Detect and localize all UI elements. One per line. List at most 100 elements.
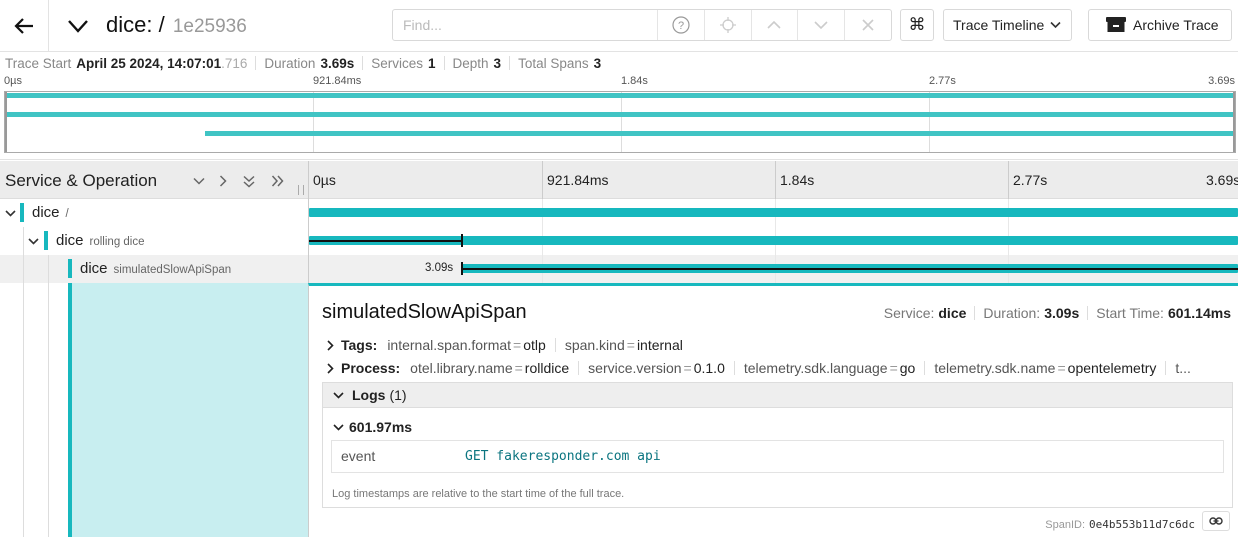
trace-name: dice: / bbox=[106, 12, 165, 37]
span-detail-meta: Service: dice Duration: 3.09s Start Time… bbox=[884, 305, 1231, 321]
prev-result-button[interactable] bbox=[750, 10, 798, 40]
summary-divider bbox=[255, 56, 257, 70]
chevron-down-icon bbox=[333, 423, 344, 431]
child-gap-line bbox=[309, 240, 461, 242]
keyboard-shortcuts-button[interactable]: ⌘ bbox=[900, 9, 934, 41]
indent-guide bbox=[23, 227, 24, 255]
expand-all-button[interactable] bbox=[268, 172, 286, 190]
process-item: otel.library.name = rolldice bbox=[410, 360, 570, 376]
collapse-all-button[interactable] bbox=[240, 172, 258, 190]
minimap-tick-label: 3.69s bbox=[1208, 75, 1235, 87]
chevron-up-icon bbox=[767, 20, 782, 29]
services-value: 1 bbox=[428, 55, 436, 71]
depth-value: 3 bbox=[493, 55, 502, 71]
total-spans-label: Total Spans bbox=[518, 55, 589, 71]
timeline-tick-label: 0µs bbox=[313, 172, 336, 188]
minimap-viewport[interactable] bbox=[5, 92, 1235, 152]
timeline-tick-label: 2.77s bbox=[1008, 161, 1047, 199]
copy-link-button[interactable] bbox=[1202, 511, 1230, 531]
view-type-select[interactable]: Trace Timeline bbox=[943, 9, 1072, 41]
span-toggle[interactable] bbox=[26, 234, 40, 248]
detail-row-highlight bbox=[68, 283, 308, 537]
tag-value: internal bbox=[636, 337, 683, 353]
crosshair-icon bbox=[719, 17, 736, 33]
tags-label: Tags: bbox=[341, 337, 378, 353]
collapse-header-button[interactable] bbox=[66, 14, 92, 38]
timeline-tick-label: 1.84s bbox=[775, 161, 814, 199]
span-service-name[interactable]: dice simulatedSlowApiSpan bbox=[80, 260, 231, 277]
expand-one-button[interactable] bbox=[214, 172, 232, 190]
log-fields-table: event GET fakeresponder.com api bbox=[331, 440, 1224, 473]
indent-guide bbox=[23, 255, 24, 283]
span-operation: simulatedSlowApiSpan bbox=[113, 264, 232, 276]
tags-row[interactable]: Tags: internal.span.format = otlp span.kin… bbox=[327, 337, 683, 353]
process-value: rolldice bbox=[524, 360, 570, 376]
span-service: dice bbox=[80, 260, 108, 277]
chevron-down-icon bbox=[193, 177, 205, 185]
span-id-label: SpanID: bbox=[1045, 519, 1086, 531]
locate-button[interactable] bbox=[703, 10, 751, 40]
logs-count: (1) bbox=[389, 387, 407, 403]
span-operation: rolling dice bbox=[89, 236, 145, 248]
span-row-selected[interactable]: dice simulatedSlowApiSpan 3.09s bbox=[0, 255, 1238, 283]
services-label: Services bbox=[371, 55, 423, 71]
trace-minimap[interactable]: 0µs 921.84ms 1.84s 2.77s 3.69s bbox=[0, 74, 1238, 160]
double-chevron-down-icon bbox=[243, 175, 255, 188]
span-service-name[interactable]: dice rolling dice bbox=[56, 232, 145, 249]
span-bar[interactable] bbox=[309, 208, 1238, 217]
timeline-tick-label: 3.69s bbox=[1206, 172, 1238, 188]
log-field-key: event bbox=[341, 448, 376, 464]
back-button[interactable] bbox=[10, 12, 38, 40]
service-color-marker bbox=[68, 259, 72, 278]
span-row[interactable]: dice rolling dice bbox=[0, 227, 1238, 255]
close-icon bbox=[862, 19, 874, 31]
detail-gutter bbox=[0, 283, 308, 537]
span-timeline-cell[interactable]: 3.09s bbox=[308, 255, 1238, 283]
summary-divider bbox=[362, 56, 364, 70]
span-timeline-cell[interactable] bbox=[308, 199, 1238, 227]
link-icon bbox=[1209, 517, 1223, 525]
process-label: Process: bbox=[341, 360, 401, 376]
timeline-tick-label: 921.84ms bbox=[542, 161, 608, 199]
detail-service-value: dice bbox=[938, 305, 967, 321]
process-row[interactable]: Process: otel.library.name = rolldice serv… bbox=[327, 360, 1191, 376]
process-item: telemetry.sdk.name = opentelemetry bbox=[934, 360, 1157, 376]
chevron-down-icon bbox=[27, 237, 39, 245]
timeline-ticks: 0µs 921.84ms 1.84s 2.77s 3.69s bbox=[308, 161, 1238, 199]
tag-key: span.kind bbox=[564, 337, 625, 353]
depth-label: Depth bbox=[452, 55, 489, 71]
help-button[interactable]: ? bbox=[657, 10, 704, 40]
process-key: otel.library.name bbox=[410, 360, 513, 376]
span-timeline-cell[interactable] bbox=[308, 227, 1238, 255]
archive-trace-button[interactable]: Archive Trace bbox=[1088, 9, 1232, 41]
log-entry-header[interactable]: 601.97ms bbox=[333, 419, 412, 435]
span-name-cell: dice simulatedSlowApiSpan bbox=[0, 255, 308, 283]
minimap-tick-label: 921.84ms bbox=[313, 75, 362, 87]
logs-header[interactable]: Logs (1) bbox=[323, 383, 1232, 408]
span-row[interactable]: dice / bbox=[0, 199, 1238, 227]
column-resizer[interactable] bbox=[298, 185, 304, 195]
minimap-canvas[interactable] bbox=[4, 91, 1236, 153]
chevron-down-icon bbox=[68, 20, 88, 33]
clear-search-button[interactable] bbox=[844, 10, 891, 40]
trace-start-value: April 25 2024, 14:07:01 bbox=[76, 55, 222, 71]
archive-icon bbox=[1105, 16, 1127, 34]
detail-start-label: Start Time: bbox=[1096, 305, 1164, 321]
span-service: dice bbox=[32, 204, 60, 221]
summary-divider bbox=[443, 56, 445, 70]
span-toggle[interactable] bbox=[3, 206, 17, 220]
duration-value: 3.69s bbox=[320, 55, 355, 71]
indent-guide bbox=[48, 255, 49, 283]
find-input[interactable] bbox=[393, 10, 657, 40]
logs-section: Logs (1) 601.97ms event GET fakeresponde… bbox=[322, 382, 1233, 508]
indent-guide bbox=[23, 283, 24, 537]
span-service-name[interactable]: dice / bbox=[32, 204, 69, 221]
total-spans-value: 3 bbox=[593, 55, 602, 71]
span-detail-panel: simulatedSlowApiSpan Service: dice Durat… bbox=[308, 283, 1238, 537]
meta-divider bbox=[1087, 306, 1089, 320]
service-operation-title: Service & Operation bbox=[5, 171, 158, 190]
collapse-one-button[interactable] bbox=[190, 172, 208, 190]
next-result-button[interactable] bbox=[797, 10, 844, 40]
log-field-value: GET fakeresponder.com api bbox=[465, 449, 661, 464]
trace-duration: Duration 3.69s bbox=[264, 56, 354, 71]
